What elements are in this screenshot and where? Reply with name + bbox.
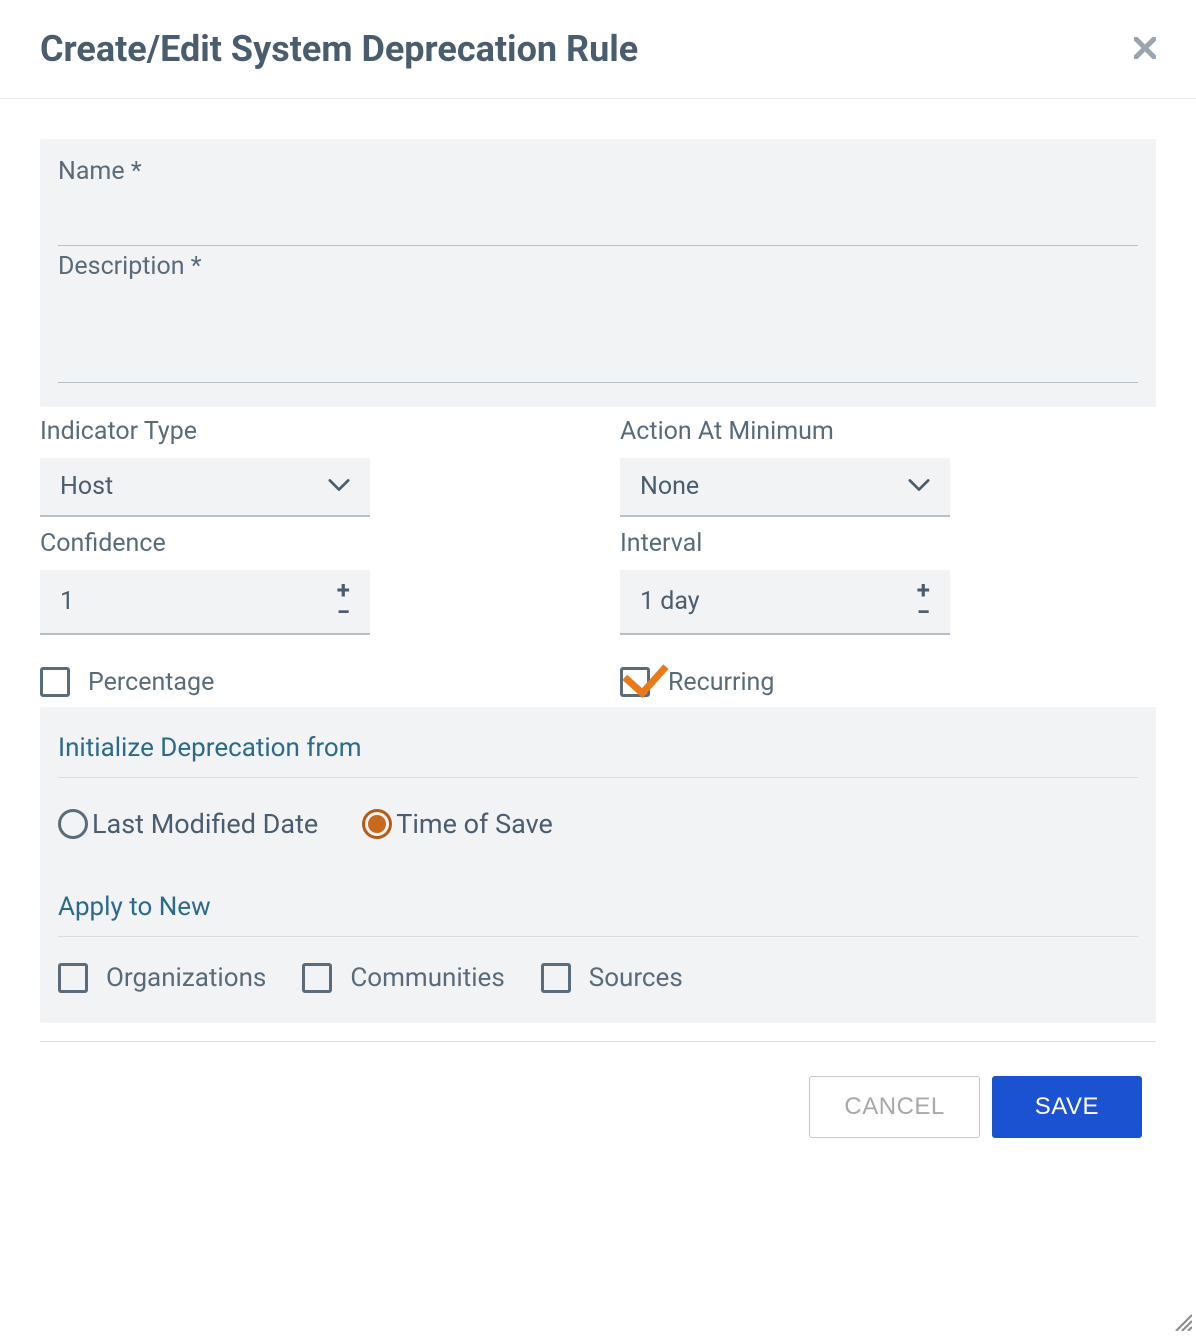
apply-to-new-title: Apply to New: [58, 892, 1138, 922]
interval-stepper[interactable]: 1 day + −: [620, 570, 950, 635]
button-row: CANCEL SAVE: [40, 1076, 1156, 1138]
confidence-stepper[interactable]: 1 + −: [40, 570, 370, 635]
interval-label: Interval: [620, 529, 1156, 558]
divider: [58, 777, 1138, 778]
name-label: Name *: [58, 157, 1138, 186]
confidence-label: Confidence: [40, 529, 576, 558]
footer-divider: [40, 1041, 1156, 1042]
indicator-type-label: Indicator Type: [40, 417, 576, 446]
apply-sources: Sources: [541, 963, 683, 993]
percentage-label: Percentage: [88, 668, 214, 697]
settings-row-3: Percentage Recurring: [40, 645, 1156, 697]
chevron-down-icon: [908, 477, 930, 496]
indicator-type-select[interactable]: Host: [40, 458, 370, 517]
action-at-min-value: None: [640, 472, 699, 501]
sources-checkbox[interactable]: [541, 963, 571, 993]
confidence-value: 1: [60, 587, 337, 616]
recurring-checkbox[interactable]: [620, 667, 650, 697]
description-label: Description *: [58, 252, 1138, 281]
apply-checkbox-group: Organizations Communities Sources: [58, 963, 1138, 993]
percentage-col: Percentage: [40, 645, 616, 697]
radio-label-time-of-save: Time of Save: [396, 808, 553, 840]
radio-label-last-modified: Last Modified Date: [92, 808, 318, 840]
communities-label: Communities: [350, 963, 504, 993]
chevron-down-icon: [328, 477, 350, 496]
description-input[interactable]: [58, 283, 1138, 383]
initialize-radio-row: Last Modified Date Time of Save: [58, 808, 1138, 840]
dialog-header: Create/Edit System Deprecation Rule: [0, 0, 1196, 99]
settings-row-1: Indicator Type Host Action At Minimum No…: [40, 417, 1156, 517]
recurring-checkbox-row: Recurring: [620, 667, 1156, 697]
close-icon[interactable]: [1134, 33, 1156, 66]
organizations-label: Organizations: [106, 963, 266, 993]
action-at-min-select[interactable]: None: [620, 458, 950, 517]
radio-time-of-save[interactable]: Time of Save: [362, 808, 553, 840]
percentage-checkbox-row: Percentage: [40, 667, 576, 697]
apply-organizations: Organizations: [58, 963, 266, 993]
interval-spinner-buttons: + −: [917, 580, 930, 623]
radio-icon: [362, 809, 392, 839]
minus-icon[interactable]: −: [337, 602, 350, 624]
divider: [58, 936, 1138, 937]
interval-col: Interval 1 day + −: [616, 529, 1156, 635]
cancel-button[interactable]: CANCEL: [809, 1076, 979, 1138]
name-description-panel: Name * Description *: [40, 139, 1156, 407]
confidence-spinner-buttons: + −: [337, 580, 350, 623]
dialog: Create/Edit System Deprecation Rule Name…: [0, 0, 1196, 1178]
apply-communities: Communities: [302, 963, 504, 993]
interval-value: 1 day: [640, 587, 917, 616]
communities-checkbox[interactable]: [302, 963, 332, 993]
sources-label: Sources: [589, 963, 683, 993]
minus-icon[interactable]: −: [917, 602, 930, 624]
settings-row-2: Confidence 1 + − Interval 1 day + −: [40, 529, 1156, 635]
initialize-title: Initialize Deprecation from: [58, 733, 1138, 763]
indicator-type-value: Host: [60, 472, 113, 501]
radio-icon: [58, 809, 88, 839]
organizations-checkbox[interactable]: [58, 963, 88, 993]
initialize-section: Initialize Deprecation from Last Modifie…: [40, 707, 1156, 1023]
action-at-min-col: Action At Minimum None: [616, 417, 1156, 517]
dialog-title: Create/Edit System Deprecation Rule: [40, 28, 638, 70]
confidence-col: Confidence 1 + −: [40, 529, 616, 635]
resize-handle-icon[interactable]: [1172, 1311, 1192, 1336]
indicator-type-col: Indicator Type Host: [40, 417, 616, 517]
recurring-label: Recurring: [668, 668, 774, 697]
action-at-min-label: Action At Minimum: [620, 417, 1156, 446]
save-button[interactable]: SAVE: [992, 1076, 1142, 1138]
radio-last-modified[interactable]: Last Modified Date: [58, 808, 318, 840]
name-input[interactable]: [58, 188, 1138, 246]
dialog-body: Name * Description * Indicator Type Host: [0, 99, 1196, 1178]
percentage-checkbox[interactable]: [40, 667, 70, 697]
name-field-group: Name *: [58, 157, 1138, 246]
recurring-col: Recurring: [616, 645, 1156, 697]
description-field-group: Description *: [58, 252, 1138, 387]
